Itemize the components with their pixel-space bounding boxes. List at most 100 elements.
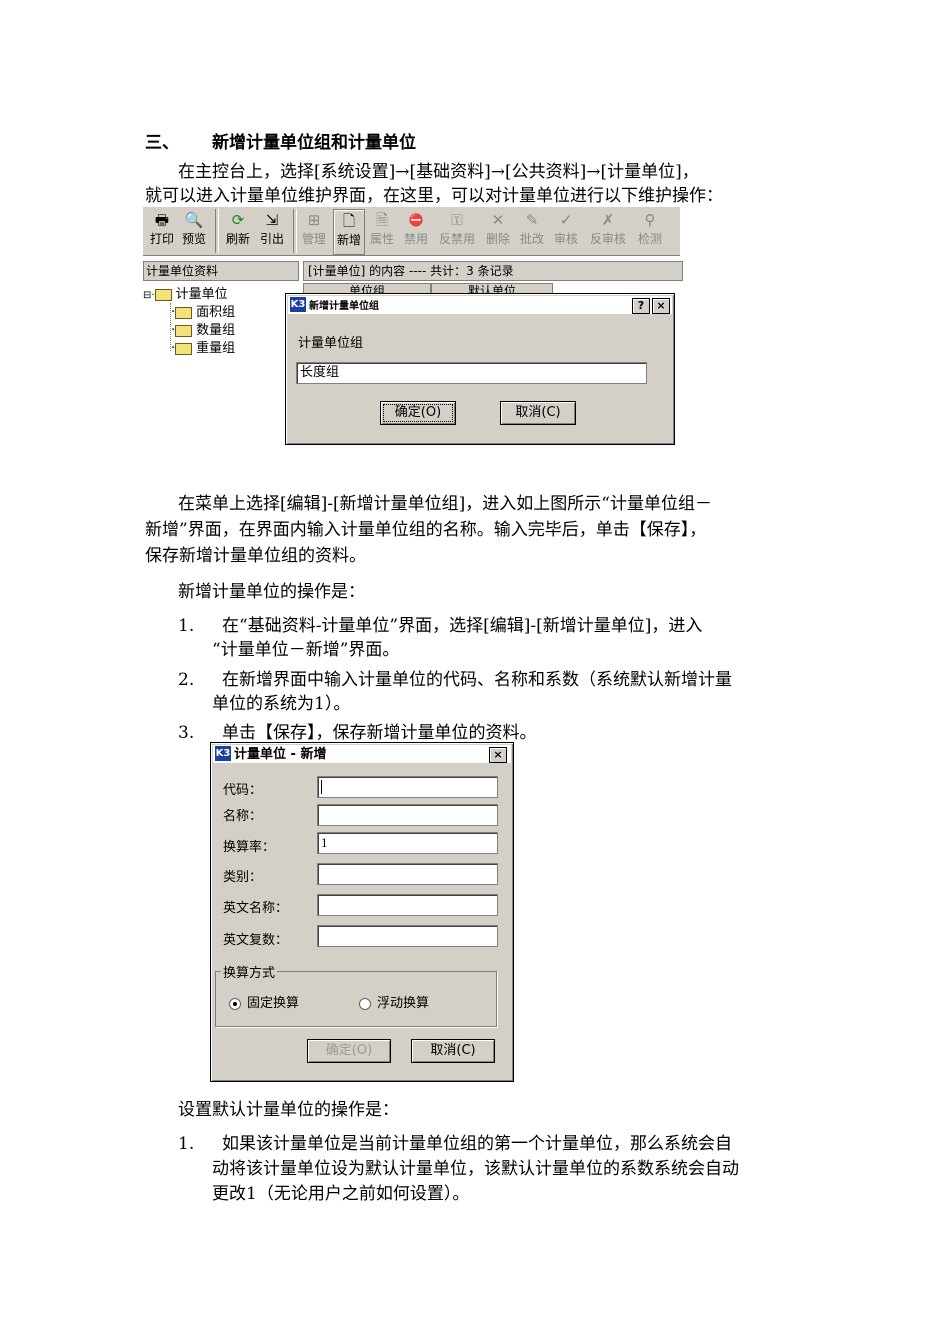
para1-line-3: 保存新增计量单位组的资料。: [145, 546, 366, 566]
tree-item-label: 数量组: [196, 323, 236, 338]
new-unit-dialog: K3 计量单位 - 新增 × 代码： 名称： 换算率： 1 类别： 英文名称： 英…: [210, 742, 514, 1082]
tree-header: 计量单位资料: [143, 261, 299, 281]
approve-button[interactable]: ✓ 审核: [551, 209, 581, 253]
intro-line-1: 在主控台上，选择[系统设置]→[基础资料]→[公共资料]→[计量单位]，: [178, 162, 699, 182]
preview-icon: 🔍: [184, 211, 204, 229]
dialog-title: 计量单位 - 新增: [234, 747, 327, 762]
english-plural-input[interactable]: [317, 925, 498, 947]
radio-float-label: 浮动换算: [377, 996, 430, 1011]
cancel-button[interactable]: 取消(C): [500, 401, 576, 425]
tree-root-label: 计量单位: [175, 287, 228, 302]
english-plural-label: 英文复数：: [223, 933, 289, 948]
radio-fixed-label: 固定换算: [247, 996, 300, 1011]
unit-maintenance-screenshot: 🖶 打印 🔍 预览 ⟳ 刷新 ⇲ 引出 ⊞ 管理 🗋 新增 🗎 属性 ⛔ 禁用 ⚿ 反禁用 ✕ 删除…: [143, 207, 683, 462]
tree-item-weight[interactable]: · 重量组: [171, 340, 235, 357]
new-icon: 🗋: [342, 212, 356, 230]
print-button[interactable]: 🖶 打印: [147, 209, 177, 253]
default-step-1-line-1: 如果该计量单位是当前计量单位组的第一个计量单位，那么系统会自: [222, 1134, 732, 1154]
dialog-title: 新增计量单位组: [309, 301, 379, 312]
approve-label: 审核: [553, 232, 578, 246]
delete-label: 删除: [485, 232, 510, 246]
radio-float[interactable]: 浮动换算: [359, 992, 429, 1011]
section-number: 三、: [145, 133, 179, 153]
close-button[interactable]: ×: [489, 747, 507, 763]
folder-icon: [175, 324, 193, 337]
category-label: 类别：: [223, 870, 263, 885]
batch-edit-button[interactable]: ✎ 批改: [517, 209, 547, 253]
radio-fixed[interactable]: 固定换算: [229, 992, 299, 1011]
text-cursor: [321, 779, 322, 794]
tree-item-area[interactable]: · 面积组: [171, 304, 235, 321]
cancel-button[interactable]: 取消(C): [411, 1039, 495, 1063]
radio-unchecked-icon: [359, 997, 371, 1010]
step-1-number: 1.: [178, 616, 195, 636]
unapprove-label: 反审核: [589, 232, 626, 246]
new-button[interactable]: 🗋 新增: [333, 209, 365, 255]
para1-line-2: 新增”界面，在界面内输入计量单位组的名称。输入完毕后，单击【保存】，: [145, 520, 707, 540]
folder-icon: [175, 306, 193, 319]
folder-icon: [175, 342, 193, 355]
manage-icon: ⊞: [307, 211, 321, 229]
rate-label: 换算率：: [223, 840, 276, 855]
section-title: 新增计量单位组和计量单位: [212, 133, 416, 153]
para1-line-1: 在菜单上选择[编辑]-[新增计量单位组]，进入如上图所示“计量单位组－: [178, 494, 712, 514]
group-name-input[interactable]: 长度组: [296, 362, 647, 384]
step-3-number: 3.: [178, 723, 195, 743]
group-field-label: 计量单位组: [298, 336, 364, 351]
name-label: 名称：: [223, 809, 263, 824]
category-input[interactable]: [317, 863, 498, 885]
refresh-label: 刷新: [225, 232, 250, 246]
dialog-titlebar: K3 计量单位 - 新增 ×: [213, 745, 511, 763]
batch-edit-label: 批改: [519, 232, 544, 246]
list-header: [计量单位] 的内容 ---- 共计：3 条记录: [303, 261, 683, 281]
check-icon: ⚲: [644, 211, 656, 229]
step-2-line-1: 在新增界面中输入计量单位的代码、名称和系数（系统默认新增计量: [222, 670, 732, 690]
toolbar-separator: [293, 209, 297, 253]
delete-icon: ✕: [491, 211, 505, 229]
default-step-1-number: 1.: [178, 1134, 195, 1154]
manage-label: 管理: [301, 232, 326, 246]
ok-button[interactable]: 确定(O): [307, 1039, 391, 1063]
name-input[interactable]: [317, 804, 498, 826]
refresh-button[interactable]: ⟳ 刷新: [223, 209, 253, 253]
ok-button[interactable]: 确定(O): [380, 401, 456, 425]
folder-open-icon: [154, 288, 172, 301]
default-step-1-line-3: 更改1（无论用户之前如何设置）。: [212, 1184, 470, 1204]
delete-button[interactable]: ✕ 删除: [483, 209, 513, 253]
batch-edit-icon: ✎: [525, 211, 539, 229]
check-label: 检测: [637, 232, 662, 246]
enable-label: 反禁用: [438, 232, 475, 246]
export-label: 引出: [259, 232, 284, 246]
step-1-line-2: “计量单位－新增”界面。: [212, 640, 400, 660]
para3: 设置默认计量单位的操作是：: [178, 1100, 399, 1120]
radio-checked-icon: [229, 997, 241, 1010]
tree-item-label: 重量组: [196, 341, 236, 356]
close-button[interactable]: ×: [652, 298, 670, 314]
code-input[interactable]: [317, 776, 498, 798]
toolbar-separator: [215, 209, 219, 253]
k3-logo-icon: K3: [290, 297, 306, 312]
properties-icon: 🗎: [375, 211, 389, 229]
unapprove-button[interactable]: ✗ 反审核: [587, 209, 629, 253]
properties-button[interactable]: 🗎 属性: [367, 209, 397, 253]
export-button[interactable]: ⇲ 引出: [257, 209, 287, 253]
rate-input[interactable]: 1: [317, 832, 498, 854]
preview-button[interactable]: 🔍 预览: [179, 209, 209, 253]
tree-root[interactable]: ⊟· 计量单位: [143, 286, 228, 304]
preview-label: 预览: [181, 232, 206, 246]
manage-button[interactable]: ⊞ 管理: [299, 209, 329, 253]
conversion-method-title: 换算方式: [221, 962, 278, 981]
tree-item-quantity[interactable]: · 数量组: [171, 322, 235, 339]
disable-label: 禁用: [403, 232, 428, 246]
k3-logo-icon: K3: [215, 746, 231, 761]
default-step-1-line-2: 动将该计量单位设为默认计量单位，该默认计量单位的系数系统会自动: [212, 1159, 739, 1179]
enable-button[interactable]: ⚿ 反禁用: [437, 209, 477, 253]
step-2-line-2: 单位的系统为1）。: [212, 694, 351, 714]
enable-icon: ⚿: [451, 211, 463, 229]
help-button[interactable]: ?: [632, 298, 650, 314]
collapse-icon[interactable]: ⊟·: [143, 290, 155, 301]
check-button[interactable]: ⚲ 检测: [635, 209, 665, 253]
printer-icon: 🖶: [154, 211, 170, 229]
disable-button[interactable]: ⛔ 禁用: [401, 209, 431, 253]
english-name-input[interactable]: [317, 894, 498, 916]
